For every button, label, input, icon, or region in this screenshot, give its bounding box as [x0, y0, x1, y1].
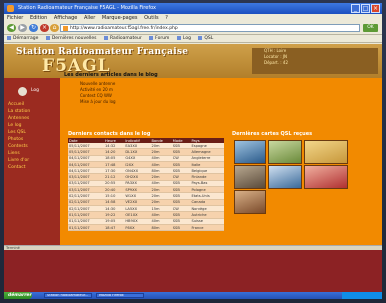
- blog-section-title: Les derniers articles dans le blog: [64, 72, 158, 78]
- sidebar: Log Accueil La station Antennes Le log L…: [4, 78, 60, 245]
- taskbar-item[interactable]: Station Radioamateur...: [44, 293, 92, 298]
- bookmarks-toolbar: Démarrage Dernières nouvelles Radioamate…: [4, 35, 382, 43]
- log-table: Date Heure Indicatif Bande Mode Pays 05/11/20…: [68, 138, 224, 232]
- bookmark-icon: [45, 35, 50, 40]
- sidebar-item-antennas[interactable]: Antennes: [8, 116, 29, 121]
- reload-icon[interactable]: ↻: [29, 24, 38, 32]
- table-cell: France: [190, 224, 224, 232]
- bookmark-icon: [103, 35, 108, 40]
- sidebar-item-guestbook[interactable]: Livre d'or: [8, 158, 29, 163]
- station-info-box: QTH : Loire Locator : JN Départ. : 42: [252, 48, 378, 74]
- bookmark-1[interactable]: Démarrage: [7, 35, 38, 41]
- bookmark-2[interactable]: Dernières nouvelles: [45, 35, 97, 41]
- qsl-card-4[interactable]: [234, 165, 266, 189]
- table-cell: 18:47: [104, 224, 125, 232]
- sidebar-item-home[interactable]: Accueil: [8, 102, 24, 107]
- qsl-card-3[interactable]: [304, 140, 348, 164]
- menu-tools[interactable]: Outils: [144, 15, 158, 21]
- bookmark-3[interactable]: Radioamateur: [103, 35, 142, 41]
- bookmark-icon: [149, 35, 154, 40]
- stop-icon[interactable]: ×: [40, 24, 49, 32]
- sidebar-item-log[interactable]: Le log: [8, 123, 22, 128]
- qsl-card-2[interactable]: [268, 140, 302, 164]
- screen: Station Radioamateur Française F5AGL - M…: [4, 3, 382, 299]
- blog-list: Nouvelle antenne Activité en 20 m Contes…: [80, 81, 116, 105]
- window-title: Station Radioamateur Française F5AGL - M…: [18, 5, 156, 11]
- log-section-title: Derniers contacts dans le log: [68, 131, 151, 137]
- sidebar-item-photos[interactable]: Photos: [8, 137, 23, 142]
- system-tray: [342, 292, 382, 299]
- firefox-icon: [7, 5, 14, 12]
- minimize-button[interactable]: _: [351, 4, 360, 13]
- back-icon[interactable]: ◀: [7, 24, 16, 32]
- home-icon[interactable]: ⌂: [50, 24, 59, 32]
- taskbar-item[interactable]: Mozilla Firefox: [96, 293, 144, 298]
- navigation-toolbar: ◀ ▶ ↻ × ⌂ http://www.radioamateur.f5agl.…: [4, 22, 382, 35]
- sidebar-item-contact[interactable]: Contact: [8, 165, 26, 170]
- menu-view[interactable]: Affichage: [54, 15, 78, 21]
- start-button[interactable]: démarrer: [4, 292, 32, 299]
- web-page: Station Radioamateur Française F5AGL QTH…: [4, 44, 382, 245]
- table-cell: 01/11/2007: [68, 224, 105, 232]
- bookmark-icon: [7, 35, 11, 40]
- table-row: 01/11/2007 18:47 F6XX 80m SSB France: [68, 224, 224, 232]
- sidebar-item-station[interactable]: La station: [8, 109, 30, 114]
- menu-go[interactable]: Aller: [84, 15, 95, 21]
- menu-help[interactable]: ?: [165, 15, 168, 21]
- table-cell: SSB: [171, 224, 191, 232]
- bookmark-6[interactable]: QSL: [198, 35, 213, 41]
- bookmark-icon: [176, 35, 181, 40]
- monitor-frame: Station Radioamateur Française F5AGL - M…: [0, 0, 386, 303]
- menu-file[interactable]: Fichier: [7, 15, 23, 21]
- qsl-card-7[interactable]: [234, 190, 266, 214]
- bookmark-4[interactable]: Forum: [149, 35, 169, 41]
- desktop-background: [4, 250, 382, 292]
- close-button[interactable]: ×: [371, 4, 380, 13]
- sidebar-item-contests[interactable]: Contests: [8, 144, 28, 149]
- window-titlebar[interactable]: Station Radioamateur Française F5AGL - M…: [4, 3, 382, 14]
- page-icon: [63, 26, 68, 31]
- window-buttons: _ □ ×: [351, 4, 380, 13]
- maximize-button[interactable]: □: [361, 4, 370, 13]
- menu-edit[interactable]: Edition: [30, 15, 47, 21]
- globe-icon: [18, 87, 27, 96]
- sidebar-item-links[interactable]: Liens: [8, 151, 20, 156]
- table-cell: 80m: [150, 224, 172, 232]
- blog-item[interactable]: Mise à jour du log: [80, 99, 116, 105]
- taskbar: démarrer Station Radioamateur... Mozilla…: [4, 292, 382, 299]
- bookmark-5[interactable]: Log: [176, 35, 191, 41]
- qsl-card-1[interactable]: [234, 140, 266, 164]
- log-table-body: 05/11/2007 14:32 EA3XX 20m SSB Espagne 05/11/2…: [68, 143, 224, 232]
- table-cell: F6XX: [124, 224, 151, 232]
- sidebar-log-label[interactable]: Log: [31, 88, 39, 93]
- forward-icon[interactable]: ▶: [18, 24, 27, 32]
- bookmark-icon: [198, 35, 203, 40]
- address-url: http://www.radioamateur.f5agl.free.fr/in…: [70, 26, 178, 31]
- menu-bookmarks[interactable]: Marque-pages: [102, 15, 138, 21]
- qsl-section-title: Dernières cartes QSL reçues: [232, 131, 313, 137]
- sidebar-item-qsl[interactable]: Les QSL: [8, 130, 26, 135]
- address-bar[interactable]: http://www.radioamateur.f5agl.free.fr/in…: [60, 24, 360, 32]
- go-button[interactable]: OK: [363, 24, 378, 32]
- menu-bar: Fichier Edition Affichage Aller Marque-p…: [4, 14, 382, 22]
- qsl-card-6[interactable]: [304, 165, 348, 189]
- info-line: Départ. : 42: [264, 60, 288, 65]
- site-banner: Station Radioamateur Française F5AGL QTH…: [4, 44, 382, 78]
- qsl-card-5[interactable]: [268, 165, 302, 189]
